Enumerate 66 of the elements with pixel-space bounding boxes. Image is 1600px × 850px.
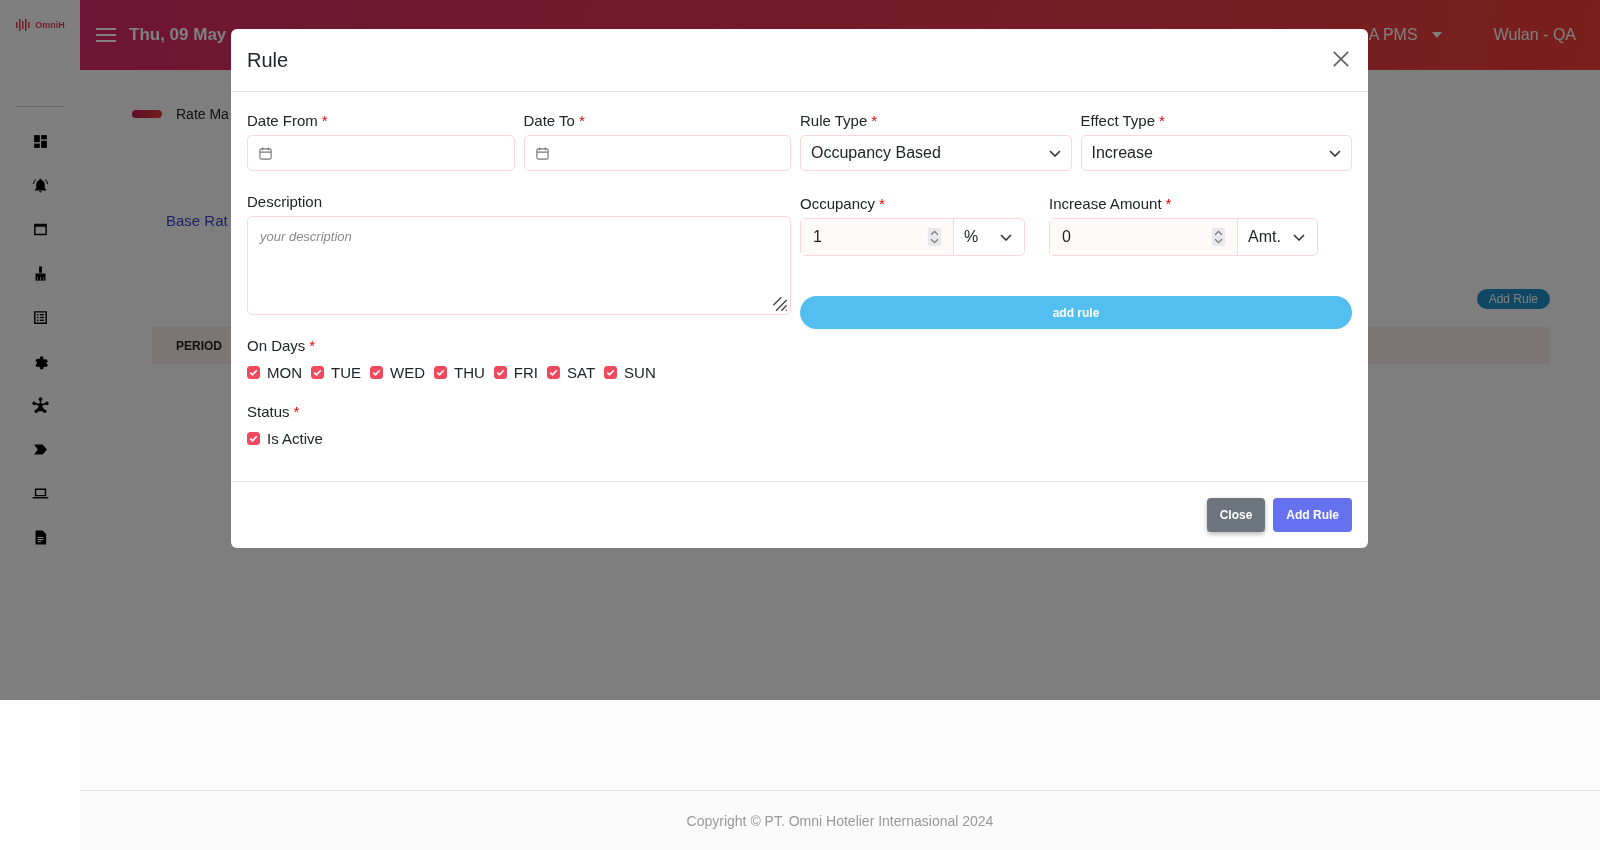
add-rule-button[interactable]: Add Rule bbox=[1273, 498, 1352, 532]
checkbox-label: TUE bbox=[331, 364, 361, 381]
field-label: Date From bbox=[247, 112, 318, 129]
resize-grip-icon bbox=[772, 296, 788, 312]
checkbox[interactable] bbox=[311, 366, 324, 379]
required-mark: * bbox=[321, 112, 328, 129]
caret-icon bbox=[1431, 32, 1442, 38]
field-label: Status bbox=[247, 403, 290, 420]
calendar-icon bbox=[534, 145, 550, 161]
chevron-icon bbox=[1329, 149, 1341, 157]
dashboard-icon bbox=[31, 133, 49, 150]
logo-text: OmniH bbox=[35, 20, 65, 30]
field-label: Increase Amount bbox=[1049, 195, 1162, 212]
copyright-text: Copyright © PT. Omni Hotelier Internasional 2024 bbox=[686, 812, 994, 829]
checkbox-label: MON bbox=[267, 364, 302, 381]
field-label: Description bbox=[247, 193, 323, 210]
calendar-icon bbox=[258, 145, 273, 161]
checkbox[interactable] bbox=[247, 432, 260, 445]
tab-link[interactable]: Base Rat bbox=[166, 212, 228, 229]
checkbox-label: THU bbox=[454, 364, 485, 381]
checkbox[interactable] bbox=[547, 366, 560, 379]
description-field[interactable]: your description bbox=[247, 216, 791, 315]
checkbox-label: SAT bbox=[567, 364, 596, 381]
required-mark: * bbox=[293, 403, 300, 420]
add-rule-button[interactable]: Add Rule bbox=[1476, 289, 1550, 309]
checkbox[interactable] bbox=[604, 366, 618, 379]
checkbox[interactable] bbox=[493, 366, 507, 379]
close-icon bbox=[1332, 50, 1350, 68]
chevron-icon bbox=[1048, 149, 1061, 157]
required-mark: * bbox=[578, 112, 585, 129]
window-icon bbox=[31, 221, 49, 238]
checkbox[interactable] bbox=[370, 366, 383, 379]
bell-icon bbox=[31, 177, 49, 194]
property-dropdown[interactable]: A PMS bbox=[1368, 26, 1442, 44]
date-field[interactable] bbox=[247, 135, 515, 171]
required-mark: * bbox=[1165, 195, 1172, 212]
checkbox-label: SUN bbox=[624, 364, 656, 381]
page-title: Rate Ma bbox=[176, 106, 229, 122]
checkbox[interactable] bbox=[247, 366, 260, 379]
required-mark: * bbox=[309, 337, 316, 354]
list-icon bbox=[31, 309, 49, 326]
dialog-title: Rule bbox=[247, 48, 289, 72]
field-label: Occupancy bbox=[800, 195, 876, 212]
field-label: Effect Type bbox=[1080, 112, 1155, 129]
user-menu[interactable]: Wulan - QA bbox=[1493, 26, 1576, 44]
select-field[interactable]: Occupancy Based bbox=[800, 135, 1072, 171]
required-mark: * bbox=[879, 195, 885, 212]
title-marker bbox=[132, 110, 162, 118]
checkbox-label: Is Active bbox=[267, 430, 323, 447]
checkbox-label: WED bbox=[390, 364, 425, 381]
field-label: Rule Type bbox=[800, 112, 868, 129]
date-field[interactable] bbox=[523, 135, 791, 171]
required-mark: * bbox=[871, 112, 878, 129]
select-field[interactable]: Increase bbox=[1080, 135, 1352, 171]
menu-icon bbox=[96, 27, 116, 43]
checkbox[interactable] bbox=[434, 366, 447, 379]
close-button[interactable] bbox=[1332, 50, 1352, 70]
required-mark: * bbox=[1159, 112, 1165, 129]
column-header: PERIOD bbox=[176, 338, 222, 353]
field-label: Date To bbox=[523, 112, 575, 129]
close-button[interactable]: Close bbox=[1206, 498, 1266, 532]
checkbox-label: FRI bbox=[513, 364, 538, 381]
network-icon bbox=[31, 397, 49, 414]
field-label: On Days bbox=[247, 337, 306, 354]
header-date: Thu, 09 May bbox=[129, 25, 227, 45]
logo-icon bbox=[15, 17, 32, 33]
